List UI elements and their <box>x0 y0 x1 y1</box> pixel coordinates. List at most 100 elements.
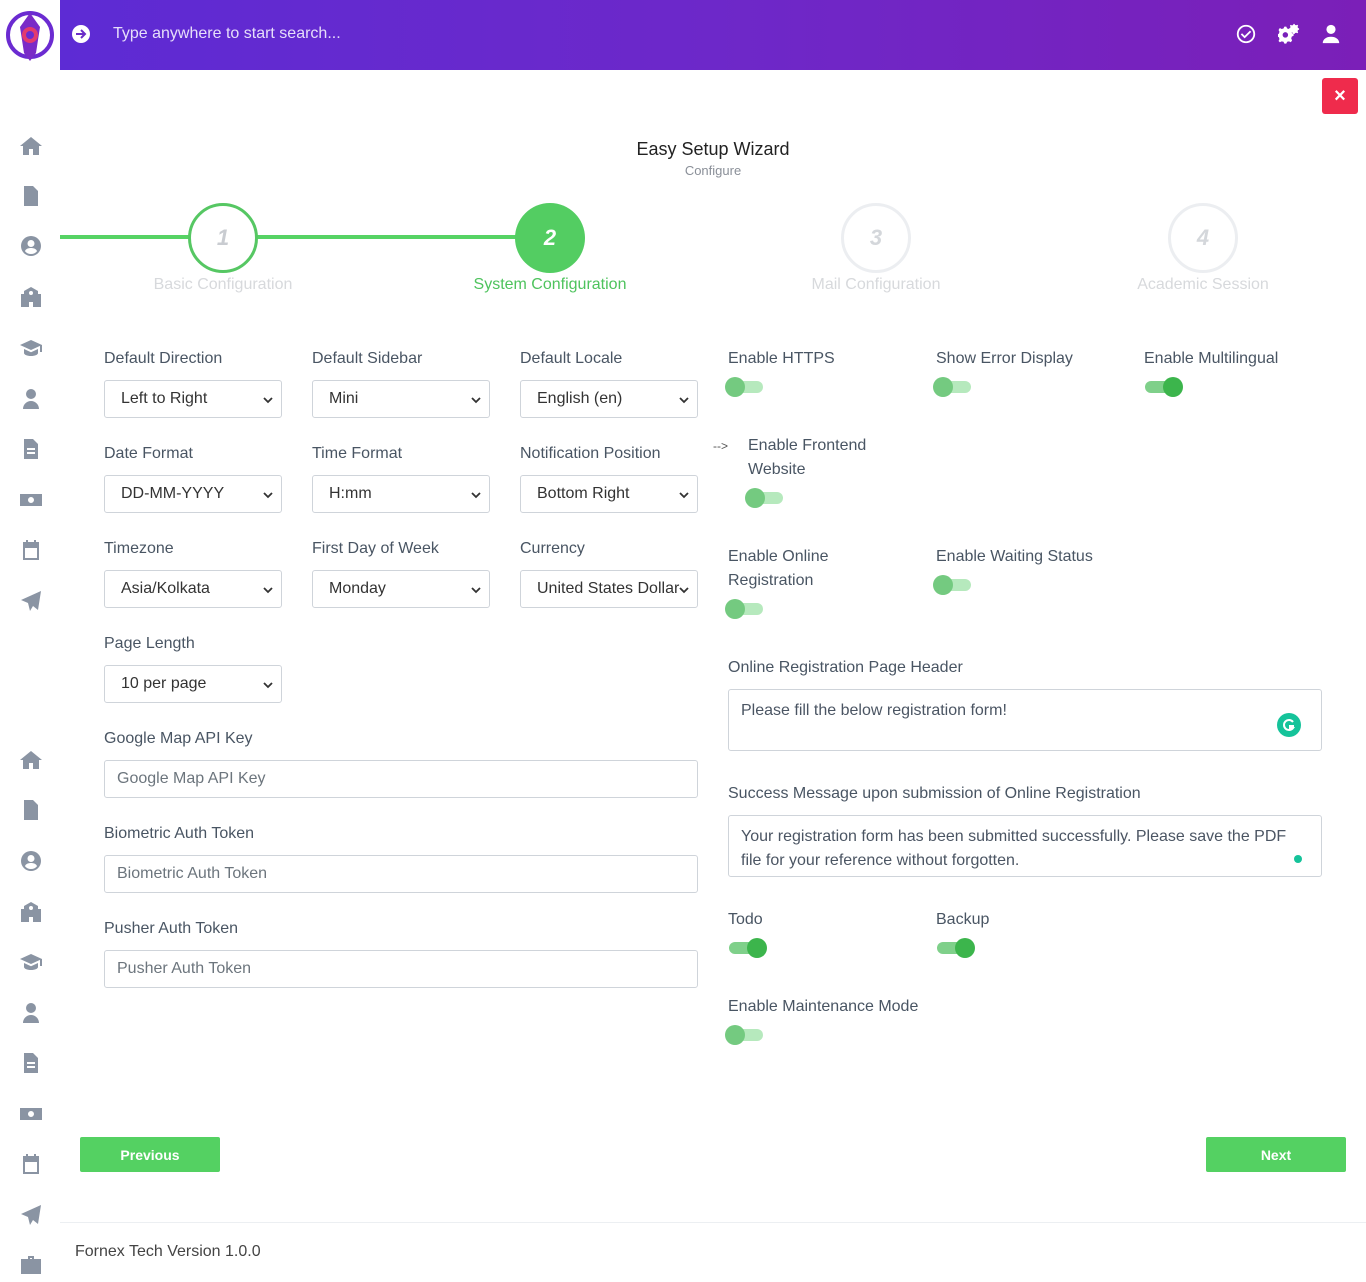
page-length-label: Page Length <box>104 635 195 652</box>
step-4-circle[interactable]: 4 <box>1168 203 1238 273</box>
step-2-circle[interactable]: 2 <box>515 203 585 273</box>
user-tie-icon[interactable] <box>17 999 45 1027</box>
chevron-down-icon <box>263 492 273 499</box>
show-error-display-label: Show Error Display <box>936 350 1073 367</box>
user-circle-icon[interactable] <box>17 847 45 875</box>
success-message-textarea[interactable]: Your registration form has been submitte… <box>728 815 1322 877</box>
school-icon[interactable] <box>17 898 45 926</box>
top-bar: Type anywhere to start search... <box>60 0 1366 70</box>
money-icon[interactable] <box>17 486 45 514</box>
wizard-subtitle: Configure <box>684 163 742 178</box>
currency-select[interactable]: United States Dollar <box>520 570 698 608</box>
user-tie-icon[interactable] <box>17 385 45 413</box>
google-map-api-key-input[interactable]: Google Map API Key <box>104 760 698 798</box>
default-locale-select[interactable]: English (en) <box>520 380 698 418</box>
default-sidebar-label: Default Sidebar <box>312 350 423 367</box>
next-button[interactable]: Next <box>1206 1137 1346 1172</box>
file-text-icon[interactable] <box>17 1049 45 1077</box>
first-day-of-week-value: Monday <box>329 580 386 597</box>
notification-position-label: Notification Position <box>520 445 661 462</box>
arrow-note: --> <box>713 439 728 453</box>
backup-label: Backup <box>936 911 990 928</box>
default-sidebar-select[interactable]: Mini <box>312 380 490 418</box>
enable-online-registration-toggle[interactable] <box>725 599 765 619</box>
time-format-value: H:mm <box>329 485 372 502</box>
home-icon[interactable] <box>17 132 45 160</box>
step-1-circle[interactable]: 1 <box>188 203 258 273</box>
footer-divider <box>60 1222 1366 1223</box>
close-button[interactable]: × <box>1322 78 1358 114</box>
chevron-down-icon <box>263 587 273 594</box>
school-icon[interactable] <box>17 283 45 311</box>
maintenance-mode-toggle[interactable] <box>725 1025 765 1045</box>
chevron-down-icon <box>263 397 273 404</box>
user-circle-icon[interactable] <box>17 232 45 260</box>
notification-position-value: Bottom Right <box>537 485 630 502</box>
calendar-icon[interactable] <box>17 1150 45 1178</box>
send-icon[interactable] <box>17 1201 45 1229</box>
enable-frontend-website-label-line1: Enable Frontend <box>748 437 867 454</box>
enable-frontend-website-toggle[interactable] <box>745 488 785 508</box>
timezone-label: Timezone <box>104 540 174 557</box>
grammarly-icon[interactable] <box>1277 713 1301 737</box>
app-logo[interactable] <box>4 5 56 65</box>
pusher-auth-token-input[interactable]: Pusher Auth Token <box>104 950 698 988</box>
document-icon[interactable] <box>17 796 45 824</box>
user-icon[interactable] <box>1320 23 1344 47</box>
default-sidebar-value: Mini <box>329 390 359 407</box>
default-direction-label: Default Direction <box>104 350 223 367</box>
enable-waiting-status-toggle[interactable] <box>933 575 973 595</box>
chevron-down-icon <box>679 397 689 404</box>
enable-online-registration-label-line1: Enable Online <box>728 548 829 565</box>
page-length-select[interactable]: 10 per page <box>104 665 282 703</box>
step-2-label: System Configuration <box>473 276 627 293</box>
page-length-value: 10 per page <box>121 675 207 692</box>
step-4-label: Academic Session <box>1137 276 1269 293</box>
timezone-value: Asia/Kolkata <box>121 580 210 597</box>
time-format-label: Time Format <box>312 445 403 462</box>
default-direction-value: Left to Right <box>121 390 208 407</box>
enable-https-label: Enable HTTPS <box>728 350 835 367</box>
biometric-auth-token-label: Biometric Auth Token <box>104 825 255 842</box>
show-error-display-toggle[interactable] <box>933 377 973 397</box>
timezone-select[interactable]: Asia/Kolkata <box>104 570 282 608</box>
todo-label: Todo <box>728 911 763 928</box>
enable-waiting-status-label: Enable Waiting Status <box>936 548 1093 565</box>
money-icon[interactable] <box>17 1100 45 1128</box>
calendar-icon[interactable] <box>17 536 45 564</box>
default-direction-select[interactable]: Left to Right <box>104 380 282 418</box>
home-icon[interactable] <box>17 746 45 774</box>
todo-toggle[interactable] <box>727 938 767 958</box>
step-3-circle[interactable]: 3 <box>841 203 911 273</box>
chevron-down-icon <box>679 587 689 594</box>
default-locale-value: English (en) <box>537 390 623 407</box>
gears-icon[interactable] <box>1277 23 1302 47</box>
file-text-icon[interactable] <box>17 435 45 463</box>
arrow-circle-right-icon[interactable] <box>71 24 91 44</box>
time-format-select[interactable]: H:mm <box>312 475 490 513</box>
search-input[interactable]: Type anywhere to start search... <box>113 25 341 43</box>
first-day-of-week-select[interactable]: Monday <box>312 570 490 608</box>
document-icon[interactable] <box>17 182 45 210</box>
previous-button[interactable]: Previous <box>80 1137 220 1172</box>
enable-multilingual-toggle[interactable] <box>1143 377 1183 397</box>
pusher-auth-token-label: Pusher Auth Token <box>104 920 239 937</box>
check-circle-icon[interactable] <box>1235 23 1259 47</box>
enable-online-registration-label-line2: Registration <box>728 572 814 589</box>
graduation-cap-icon[interactable] <box>17 334 45 362</box>
registration-header-label: Online Registration Page Header <box>728 659 963 676</box>
google-map-api-key-label: Google Map API Key <box>104 730 253 747</box>
biometric-auth-token-input[interactable]: Biometric Auth Token <box>104 855 698 893</box>
registration-header-textarea[interactable]: Please fill the below registration form! <box>728 689 1322 751</box>
date-format-select[interactable]: DD-MM-YYYY <box>104 475 282 513</box>
briefcase-icon[interactable] <box>17 1251 45 1279</box>
send-icon[interactable] <box>17 587 45 615</box>
graduation-cap-icon[interactable] <box>17 948 45 976</box>
backup-toggle[interactable] <box>935 938 975 958</box>
notification-position-select[interactable]: Bottom Right <box>520 475 698 513</box>
currency-value: United States Dollar <box>537 580 680 597</box>
date-format-value: DD-MM-YYYY <box>121 485 225 502</box>
sidebar <box>0 0 60 1282</box>
step-1-label: Basic Configuration <box>153 276 293 293</box>
enable-https-toggle[interactable] <box>725 377 765 397</box>
